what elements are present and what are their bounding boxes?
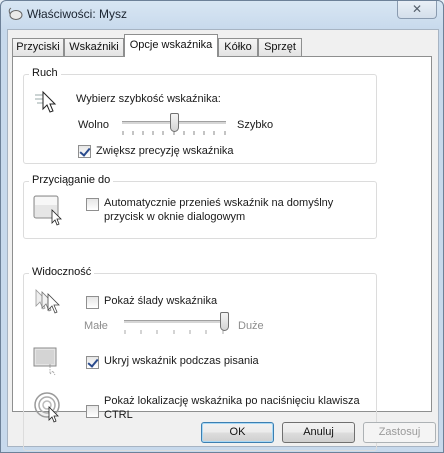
tab-hardware[interactable]: Sprzęt [258,38,302,56]
snap-to-label-line1: Automatycznie przenieś wskaźnik na domyś… [104,197,334,209]
dialog-client: Przyciski Wskaźniki Opcje wskaźnika Kółk… [7,29,439,451]
ok-button[interactable]: OK [201,422,274,443]
snap-to-label-line2: przycisk w oknie dialogowym [104,211,246,223]
hide-pointer-checkbox[interactable] [86,356,99,369]
close-icon: ✕ [411,2,423,16]
pointer-options-panel: Ruch Wybierz szybkość wskaźnika: Wolno S… [12,56,432,451]
pointer-trails-icon [35,289,60,314]
properties-window: Właściwości: Mysz ✕ Przyciski Wskaźniki … [0,0,444,453]
trails-long-label: Duże [238,320,264,332]
motion-group-label: Ruch [29,67,61,79]
window-title: Właściwości: Mysz [27,7,128,21]
snap-to-group-label: Przyciąganie do [29,174,114,186]
trails-slider-track[interactable] [124,320,224,324]
hide-pointer-label: Ukryj wskaźnik podczas pisania [104,355,259,367]
tab-wheel[interactable]: Kółko [218,38,258,56]
title-bar[interactable]: Właściwości: Mysz ✕ [1,1,443,27]
visibility-group-label: Widoczność [29,266,95,278]
location-checkbox[interactable] [86,405,99,418]
slow-label: Wolno [78,119,109,131]
hide-pointer-icon [33,347,57,376]
precision-checkbox[interactable] [78,145,91,158]
pointer-location-icon [34,392,60,423]
cancel-button[interactable]: Anuluj [282,422,355,443]
trails-checkbox[interactable] [86,296,99,309]
fast-label: Szybko [237,119,274,131]
snap-to-checkbox[interactable] [86,198,99,211]
apply-button[interactable]: Zastosuj [363,422,436,443]
precision-label: Zwiększ precyzję wskaźnika [96,145,234,157]
motion-group: Ruch Wybierz szybkość wskaźnika: Wolno S… [23,67,377,164]
snap-to-group: Przyciąganie do Automatycznie przenieś w… [23,174,377,239]
tab-pointer-options[interactable]: Opcje wskaźnika [124,34,218,57]
tab-buttons[interactable]: Przyciski [12,38,64,56]
trails-label: Pokaż ślady wskaźnika [104,295,218,307]
trails-slider-thumb[interactable] [219,312,229,331]
location-label-line1: Pokaż lokalizację wskaźnika po naciśnięc… [104,395,360,407]
snap-to-icon [33,195,62,226]
close-button[interactable]: ✕ [397,1,437,19]
pointer-motion-icon [35,90,57,113]
trails-short-label: Małe [84,320,108,332]
mouse-icon [8,7,23,20]
tab-pointers[interactable]: Wskaźniki [64,38,124,56]
speed-slider-thumb[interactable] [169,113,179,132]
location-label-line2: CTRL [104,409,133,421]
speed-label: Wybierz szybkość wskaźnika: [76,93,221,105]
trails-slider-ticks [124,330,224,334]
